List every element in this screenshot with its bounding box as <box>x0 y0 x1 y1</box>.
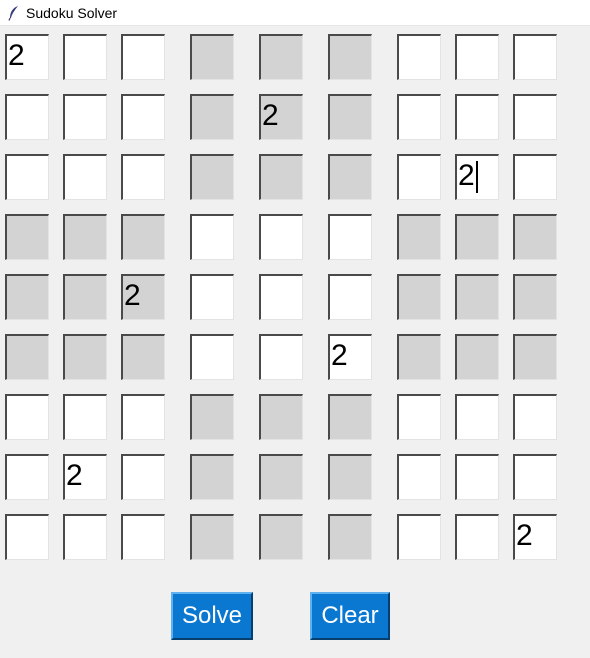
sudoku-cell-r9-c1[interactable] <box>5 514 49 560</box>
sudoku-cell-r3-c6[interactable] <box>328 154 372 200</box>
feather-icon <box>4 3 24 23</box>
sudoku-cell-r3-c4[interactable] <box>190 154 234 200</box>
sudoku-cell-r3-c8[interactable]: 2 <box>455 154 499 200</box>
sudoku-cell-r3-c7[interactable] <box>397 154 441 200</box>
sudoku-cell-r2-c6[interactable] <box>328 94 372 140</box>
sudoku-cell-r7-c4[interactable] <box>190 394 234 440</box>
sudoku-cell-r5-c2[interactable] <box>63 274 107 320</box>
sudoku-cell-r2-c1[interactable] <box>5 94 49 140</box>
sudoku-cell-r2-c8[interactable] <box>455 94 499 140</box>
sudoku-cell-r8-c3[interactable] <box>121 454 165 500</box>
sudoku-cell-r6-c9[interactable] <box>513 334 557 380</box>
sudoku-cell-r8-c2[interactable]: 2 <box>63 454 107 500</box>
sudoku-cell-r5-c3[interactable]: 2 <box>121 274 165 320</box>
sudoku-cell-r1-c9[interactable] <box>513 34 557 80</box>
cell-value: 2 <box>8 39 25 72</box>
sudoku-cell-r9-c5[interactable] <box>259 514 303 560</box>
sudoku-cell-r7-c9[interactable] <box>513 394 557 440</box>
sudoku-cell-r7-c2[interactable] <box>63 394 107 440</box>
sudoku-cell-r1-c4[interactable] <box>190 34 234 80</box>
sudoku-cell-r4-c9[interactable] <box>513 214 557 260</box>
sudoku-cell-r5-c8[interactable] <box>455 274 499 320</box>
sudoku-cell-r9-c3[interactable] <box>121 514 165 560</box>
sudoku-cell-r5-c6[interactable] <box>328 274 372 320</box>
sudoku-cell-r1-c8[interactable] <box>455 34 499 80</box>
sudoku-cell-r2-c5[interactable]: 2 <box>259 94 303 140</box>
window-title: Sudoku Solver <box>26 4 118 21</box>
sudoku-cell-r9-c2[interactable] <box>63 514 107 560</box>
sudoku-cell-r8-c9[interactable] <box>513 454 557 500</box>
sudoku-cell-r6-c6[interactable]: 2 <box>328 334 372 380</box>
text-cursor <box>475 161 478 194</box>
sudoku-cell-r4-c8[interactable] <box>455 214 499 260</box>
sudoku-cell-r8-c8[interactable] <box>455 454 499 500</box>
clear-button[interactable]: Clear <box>310 592 390 640</box>
sudoku-cell-r8-c1[interactable] <box>5 454 49 500</box>
sudoku-cell-r8-c4[interactable] <box>190 454 234 500</box>
sudoku-cell-r8-c5[interactable] <box>259 454 303 500</box>
sudoku-cell-r1-c7[interactable] <box>397 34 441 80</box>
sudoku-cell-r9-c7[interactable] <box>397 514 441 560</box>
sudoku-cell-r7-c5[interactable] <box>259 394 303 440</box>
sudoku-cell-r3-c1[interactable] <box>5 154 49 200</box>
sudoku-cell-r2-c4[interactable] <box>190 94 234 140</box>
sudoku-cell-r6-c1[interactable] <box>5 334 49 380</box>
sudoku-cell-r4-c5[interactable] <box>259 214 303 260</box>
solve-button[interactable]: Solve <box>171 592 253 640</box>
sudoku-cell-r5-c7[interactable] <box>397 274 441 320</box>
sudoku-cell-r6-c4[interactable] <box>190 334 234 380</box>
cell-value: 2 <box>458 159 475 192</box>
sudoku-cell-r7-c1[interactable] <box>5 394 49 440</box>
sudoku-cell-r6-c2[interactable] <box>63 334 107 380</box>
sudoku-cell-r5-c9[interactable] <box>513 274 557 320</box>
sudoku-cell-r7-c8[interactable] <box>455 394 499 440</box>
sudoku-cell-r7-c3[interactable] <box>121 394 165 440</box>
sudoku-cell-r5-c4[interactable] <box>190 274 234 320</box>
cell-value: 2 <box>262 99 279 132</box>
sudoku-cell-r1-c1[interactable]: 2 <box>5 34 49 80</box>
sudoku-cell-r6-c5[interactable] <box>259 334 303 380</box>
sudoku-cell-r3-c3[interactable] <box>121 154 165 200</box>
sudoku-cell-r9-c6[interactable] <box>328 514 372 560</box>
sudoku-cell-r2-c2[interactable] <box>63 94 107 140</box>
sudoku-cell-r4-c6[interactable] <box>328 214 372 260</box>
cell-value: 2 <box>331 339 348 372</box>
sudoku-cell-r9-c4[interactable] <box>190 514 234 560</box>
sudoku-cell-r3-c5[interactable] <box>259 154 303 200</box>
sudoku-cell-r2-c3[interactable] <box>121 94 165 140</box>
sudoku-cell-r9-c9[interactable]: 2 <box>513 514 557 560</box>
sudoku-cell-r1-c2[interactable] <box>63 34 107 80</box>
sudoku-cell-r5-c5[interactable] <box>259 274 303 320</box>
sudoku-cell-r1-c6[interactable] <box>328 34 372 80</box>
sudoku-cell-r6-c3[interactable] <box>121 334 165 380</box>
sudoku-cell-r8-c7[interactable] <box>397 454 441 500</box>
cell-value: 2 <box>124 279 141 312</box>
sudoku-cell-r4-c4[interactable] <box>190 214 234 260</box>
sudoku-cell-r2-c7[interactable] <box>397 94 441 140</box>
sudoku-cell-r9-c8[interactable] <box>455 514 499 560</box>
sudoku-cell-r3-c9[interactable] <box>513 154 557 200</box>
sudoku-cell-r4-c7[interactable] <box>397 214 441 260</box>
cell-value: 2 <box>66 459 83 492</box>
sudoku-cell-r2-c9[interactable] <box>513 94 557 140</box>
sudoku-cell-r1-c3[interactable] <box>121 34 165 80</box>
sudoku-cell-r8-c6[interactable] <box>328 454 372 500</box>
sudoku-cell-r5-c1[interactable] <box>5 274 49 320</box>
sudoku-cell-r7-c6[interactable] <box>328 394 372 440</box>
cell-value: 2 <box>516 519 533 552</box>
sudoku-cell-r4-c2[interactable] <box>63 214 107 260</box>
sudoku-cell-r4-c3[interactable] <box>121 214 165 260</box>
sudoku-cell-r6-c7[interactable] <box>397 334 441 380</box>
sudoku-cell-r3-c2[interactable] <box>63 154 107 200</box>
title-bar: Sudoku Solver <box>0 0 590 26</box>
sudoku-cell-r4-c1[interactable] <box>5 214 49 260</box>
sudoku-cell-r1-c5[interactable] <box>259 34 303 80</box>
sudoku-cell-r6-c8[interactable] <box>455 334 499 380</box>
sudoku-cell-r7-c7[interactable] <box>397 394 441 440</box>
